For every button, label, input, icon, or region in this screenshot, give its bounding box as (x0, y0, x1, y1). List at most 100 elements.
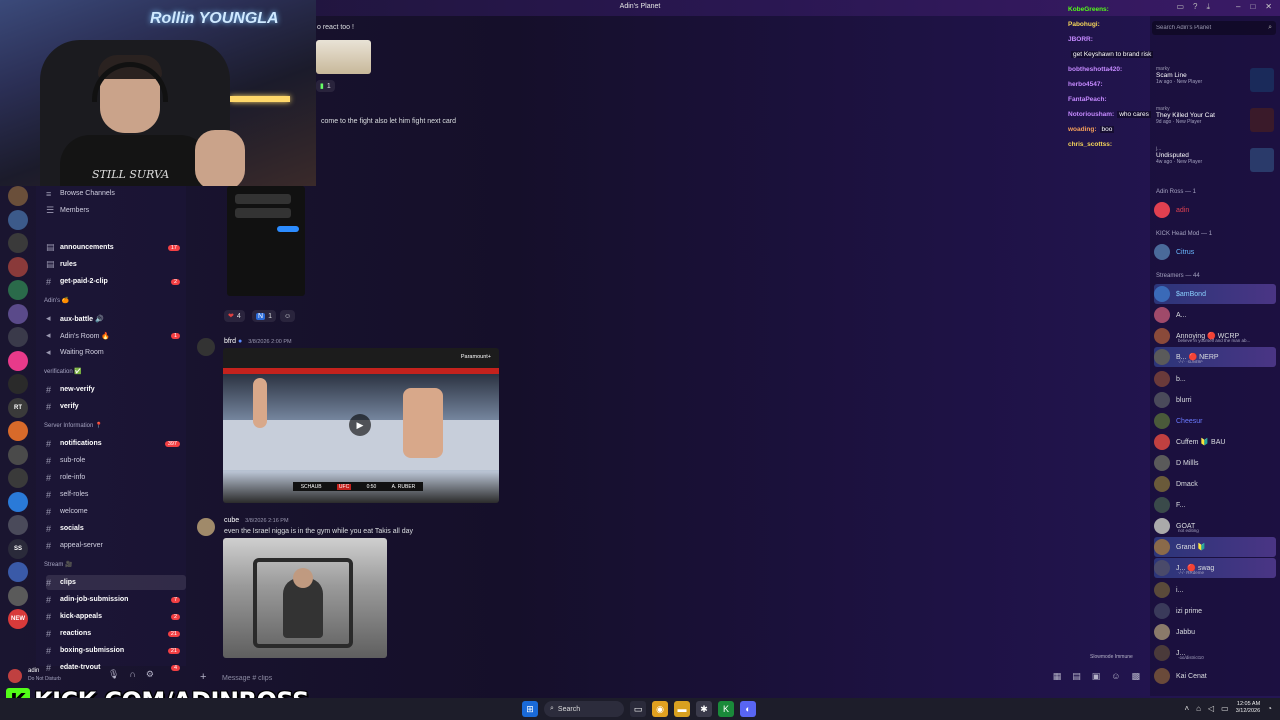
channel-item[interactable]: ◂ Waiting Room (46, 345, 186, 360)
server-icon[interactable] (8, 350, 28, 371)
channel-item[interactable]: # boxing-submission 21 (46, 643, 186, 658)
channel-category[interactable]: verification ✅ (44, 368, 82, 375)
member-item[interactable]: B... 🔴 NERP ·/·/· ·ꜱʟ/ɴᴇʀᴘ (1154, 347, 1276, 367)
member-item[interactable]: blurri (1154, 390, 1276, 410)
server-icon[interactable] (8, 444, 28, 465)
settings-icon[interactable]: ⚙ (146, 669, 154, 680)
message-input[interactable] (222, 671, 922, 685)
member-item[interactable]: Cheesur (1154, 411, 1276, 431)
server-icon[interactable]: SS (8, 538, 28, 559)
server-icon[interactable] (8, 186, 28, 206)
member-item[interactable]: i... (1154, 580, 1276, 600)
author-name[interactable]: cube (224, 517, 239, 524)
browse-channels[interactable]: ≡ Browse Channels (46, 186, 186, 201)
close-icon[interactable]: ✕ (1265, 2, 1272, 11)
sticker-icon[interactable]: ☺ (1111, 671, 1120, 682)
gym-image[interactable] (223, 538, 387, 658)
server-icon[interactable] (8, 491, 28, 512)
channel-item[interactable]: # notifications 397 (46, 436, 186, 451)
member-item[interactable]: b... (1154, 369, 1276, 389)
add-attachment-icon[interactable]: + (200, 671, 206, 683)
user-avatar[interactable] (8, 669, 22, 683)
channel-item[interactable]: # socials (46, 521, 186, 536)
tray-chevron-icon[interactable]: ˄ (1184, 704, 1189, 713)
channel-item[interactable]: # new-verify (46, 382, 186, 397)
reaction-pill[interactable]: ▮ 1 (316, 80, 335, 92)
apps-icon[interactable]: ▦ (1053, 671, 1062, 682)
server-icon[interactable] (8, 233, 28, 253)
channel-item[interactable]: ▤ announcements 17 (46, 240, 186, 255)
member-item[interactable]: Annoying 🔴 WCRP believe in yourself and t… (1154, 326, 1276, 346)
network-icon[interactable]: ⌂ (1196, 704, 1201, 713)
channel-item[interactable]: # sub-role (46, 453, 186, 468)
channel-item[interactable]: ◂ aux-battle 🔊 (46, 311, 186, 326)
maximize-icon[interactable]: □ (1250, 2, 1255, 11)
add-reaction-button[interactable]: ☺ (280, 310, 296, 322)
member-item[interactable]: A... (1154, 305, 1276, 325)
discord-icon[interactable]: ◐ (740, 701, 756, 717)
clock[interactable]: 12:05 AM 3/12/2026 (1236, 701, 1260, 715)
file-explorer-icon[interactable]: ▬ (674, 701, 690, 717)
member-item[interactable]: D Millls (1154, 453, 1276, 473)
reaction-n[interactable]: N 1 (252, 310, 276, 322)
member-item[interactable]: Jabbu (1154, 622, 1276, 642)
reaction-heart[interactable]: ❤ 4 (224, 310, 245, 322)
kick-app-icon[interactable]: K (718, 701, 734, 717)
channel-item[interactable]: # kick-appeals 2 (46, 609, 186, 624)
gift-icon[interactable]: ▤ (1072, 671, 1081, 682)
member-item[interactable]: Citrus (1154, 242, 1276, 262)
play-icon[interactable]: ▶ (349, 414, 371, 436)
notifications-icon[interactable]: ◔ (1267, 704, 1272, 713)
members-link[interactable]: ☰ Members (46, 203, 186, 218)
channel-category[interactable]: Stream 🎥 (44, 561, 72, 568)
author-name[interactable]: bfrd (224, 338, 236, 345)
start-icon[interactable]: ⊞ (522, 701, 538, 717)
headphones-icon[interactable]: ∩ (129, 669, 135, 680)
server-icon[interactable] (8, 209, 28, 230)
message-image-thumb[interactable] (316, 40, 371, 74)
channel-item[interactable]: # welcome (46, 504, 186, 519)
member-item[interactable]: $amBond (1154, 284, 1276, 304)
server-icon[interactable] (8, 585, 28, 606)
server-icon[interactable]: RT (8, 397, 28, 418)
channel-category[interactable]: Server Information 📍 (44, 422, 103, 429)
server-icon[interactable] (8, 468, 28, 488)
server-icon[interactable] (8, 421, 28, 441)
chrome-icon[interactable]: ◉ (652, 701, 668, 717)
emoji-icon[interactable]: ▩ (1131, 671, 1140, 682)
member-item[interactable]: Cuffem 🔰 BAU (1154, 432, 1276, 452)
member-item[interactable]: Grand 🔰 (1154, 537, 1276, 557)
channel-item[interactable]: # appeal-server (46, 538, 186, 553)
member-item[interactable]: GOAT not editing (1154, 516, 1276, 536)
member-item[interactable]: F... (1154, 495, 1276, 515)
mic-icon[interactable]: 🎙 (108, 669, 119, 680)
member-item[interactable]: J... 🔴 swag ·/·/· RRdeme (1154, 558, 1276, 578)
channel-item[interactable]: # self-roles (46, 487, 186, 502)
channel-item[interactable]: ◂ Adin's Room 🔥 1 (46, 328, 186, 343)
channel-category[interactable]: Adin's 🍊 (44, 297, 69, 304)
taskbar-search[interactable]: ⌕ Search (544, 701, 624, 717)
server-icon[interactable] (8, 280, 28, 300)
channel-item[interactable]: # role-info (46, 470, 186, 485)
channel-item[interactable]: # get-paid-2-clip 2 (46, 274, 186, 289)
channel-item[interactable]: ▤ rules (46, 257, 186, 272)
server-icon[interactable] (8, 374, 28, 394)
channel-item[interactable]: # adin-job-submission 7 (46, 592, 186, 607)
server-icon[interactable] (8, 327, 28, 347)
member-item[interactable]: Kai Cenat (1154, 666, 1276, 686)
avatar[interactable] (197, 338, 215, 356)
channel-item[interactable]: # verify (46, 399, 186, 414)
member-item[interactable]: adin (1154, 200, 1276, 220)
server-icon[interactable]: NEW (8, 609, 28, 629)
app-icon[interactable]: ✱ (696, 701, 712, 717)
member-item[interactable]: izi prime (1154, 601, 1276, 621)
channel-item[interactable]: # clips (46, 575, 186, 590)
member-item[interactable]: J... ·ɢɢ/district10 (1154, 643, 1276, 663)
video-embed[interactable]: Paramount+ ▶ SCHAUB UFC 0:50 A. RUBER (223, 348, 499, 503)
server-icon[interactable] (8, 256, 28, 277)
server-icon[interactable] (8, 562, 28, 582)
minimize-icon[interactable]: – (1236, 2, 1240, 11)
battery-icon[interactable]: ▭ (1221, 704, 1229, 713)
volume-icon[interactable]: ◁ (1208, 704, 1214, 713)
avatar[interactable] (197, 518, 215, 536)
